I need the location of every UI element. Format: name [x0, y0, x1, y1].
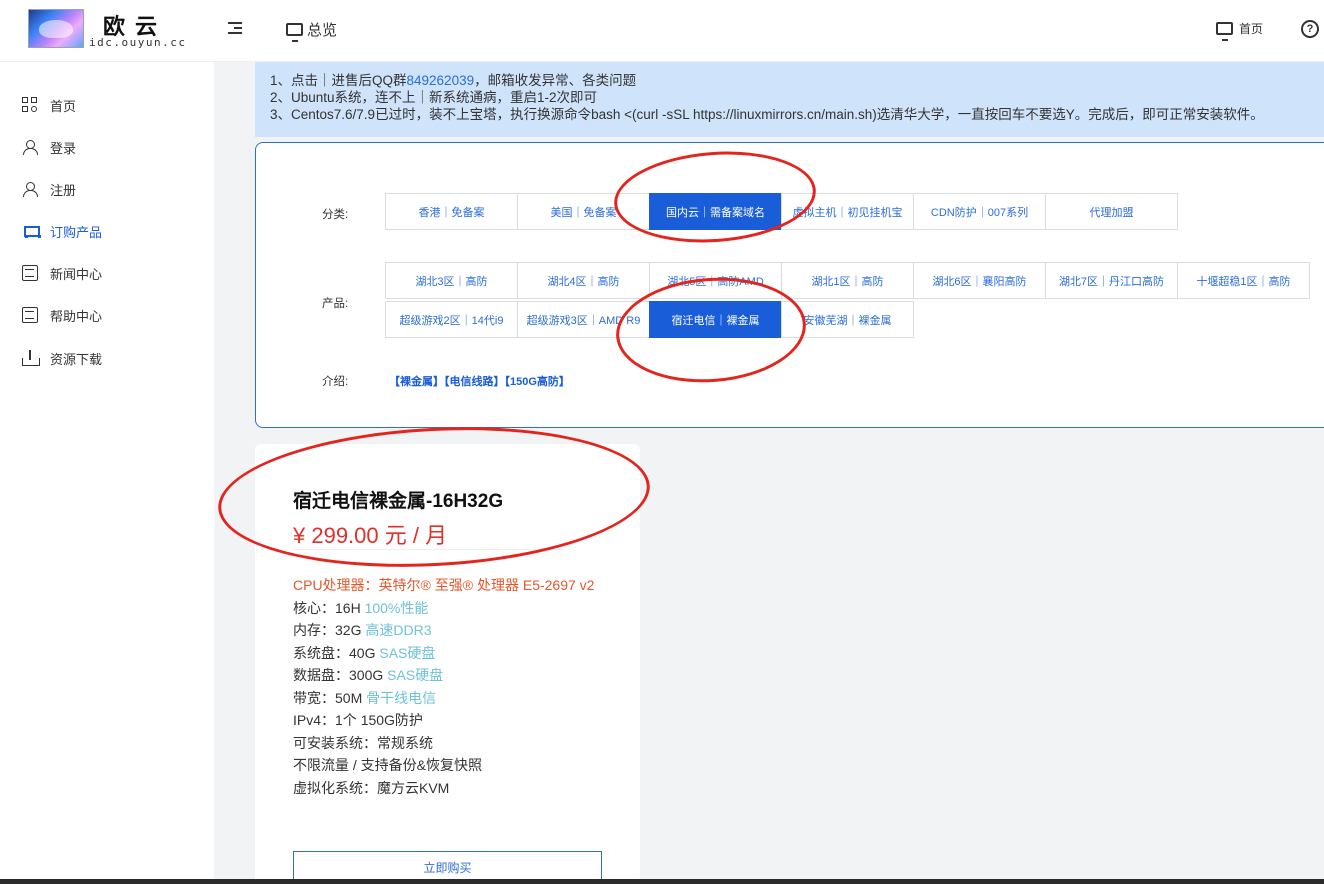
spec-row: 不限流量 / 支持备份&恢复快照	[293, 757, 483, 773]
tab-product[interactable]: 湖北7区｜丹江口高防	[1045, 262, 1178, 299]
sidebar-item-label: 帮助中心	[50, 308, 103, 324]
spec-row: 带宽：50M 骨干线电信	[293, 687, 613, 710]
menu-collapse-icon[interactable]	[228, 21, 244, 37]
grid-icon	[22, 97, 38, 113]
sidebar-item-label: 订购产品	[50, 224, 103, 240]
sidebar-item-news[interactable]: 新闻中心	[22, 263, 102, 283]
user-icon	[22, 139, 38, 155]
spec-row: 内存：32G 高速DDR3	[293, 619, 613, 642]
spec-highlight: 高速DDR3	[365, 622, 432, 638]
notice-line-2: 2、Ubuntu系统，连不上｜新系统通病，重启1-2次即可	[270, 90, 598, 105]
intro-tags: 【裸金属】【电信线路】【150G高防】	[389, 376, 570, 388]
cart-icon	[22, 223, 41, 239]
sidebar-item-label: 登录	[50, 140, 77, 156]
home-label: 首页	[1239, 22, 1264, 36]
sidebar-item-order[interactable]: 订购产品	[22, 221, 102, 241]
notice-line-1: 1、点击｜进售后QQ群849262039，邮箱收发异常、各类问题	[270, 72, 1324, 89]
product-tabs-row-2: 超级游戏2区｜14代i9 超级游戏3区｜AMD R9 宿迁电信｜裸金属 安徽芜湖…	[385, 301, 914, 338]
notice-banner: 1、点击｜进售后QQ群849262039，邮箱收发异常、各类问题 2、Ubunt…	[255, 62, 1324, 137]
divider	[293, 549, 563, 550]
tab-category[interactable]: 美国｜免备案	[517, 193, 650, 230]
tab-product[interactable]: 湖北5区｜高防AMD	[649, 262, 782, 299]
sidebar-item-label: 注册	[50, 182, 77, 198]
sidebar-item-register[interactable]: 注册	[22, 179, 76, 199]
spec-row: 系统盘：40G SAS硬盘	[293, 642, 613, 665]
catalog-panel: 分类: 香港｜免备案 美国｜免备案 国内云｜需备案域名 虚拟主机｜初见挂机宝 C…	[255, 142, 1324, 428]
tab-category[interactable]: CDN防护｜007系列	[913, 193, 1046, 230]
brand-url: idc.ouyun.cc	[89, 36, 187, 49]
top-header: 欧云 idc.ouyun.cc 总览 首页 ?	[0, 0, 1324, 62]
sidebar-item-downloads[interactable]: 资源下载	[22, 348, 102, 368]
spec-row: 可安装系统：常规系统	[293, 734, 433, 751]
spec-label: 带宽：50M	[293, 689, 367, 706]
category-tabs: 香港｜免备案 美国｜免备案 国内云｜需备案域名 虚拟主机｜初见挂机宝 CDN防护…	[385, 193, 1178, 230]
tab-product[interactable]: 安徽芜湖｜裸金属	[781, 301, 914, 338]
logo-art	[39, 20, 73, 38]
tab-product[interactable]: 超级游戏2区｜14代i9	[385, 301, 518, 338]
product-tabs-row-1: 湖北3区｜高防 湖北4区｜高防 湖北5区｜高防AMD 湖北1区｜高防 湖北6区｜…	[385, 262, 1310, 299]
home-monitor-icon	[1216, 22, 1233, 41]
tab-product[interactable]: 湖北6区｜襄阳高防	[913, 262, 1046, 299]
spec-label: 核心：16H	[293, 599, 365, 616]
tab-product[interactable]: 湖北1区｜高防	[781, 262, 914, 299]
notice-line-1-prefix: 1、点击｜进售后QQ群	[270, 73, 407, 88]
sidebar-item-label: 新闻中心	[50, 266, 103, 282]
overview-label: 总览	[307, 22, 338, 39]
tab-product[interactable]: 超级游戏3区｜AMD R9	[517, 301, 650, 338]
monitor-icon	[286, 23, 303, 42]
tab-product-selected[interactable]: 宿迁电信｜裸金属	[649, 301, 782, 338]
tab-product[interactable]: 湖北4区｜高防	[517, 262, 650, 299]
spec-label: 系统盘：40G	[293, 644, 380, 661]
tab-product[interactable]: 十堰超稳1区｜高防	[1177, 262, 1310, 299]
spec-label: 内存：32G	[293, 622, 366, 638]
spec-row: 核心：16H 100%性能	[293, 597, 613, 620]
overview-link[interactable]: 总览	[286, 19, 338, 42]
spec-highlight: SAS硬盘	[387, 667, 444, 683]
product-card: 宿迁电信裸金属-16H32G ¥ 299.00 元 / 月 CPU处理器：英特尔…	[255, 444, 640, 884]
sidebar-item-home[interactable]: 首页	[22, 95, 76, 115]
product-name: 宿迁电信裸金属-16H32G	[293, 491, 504, 512]
tab-category[interactable]: 香港｜免备案	[385, 193, 518, 230]
spec-label: 数据盘：300G	[293, 667, 388, 683]
help-icon[interactable]: ?	[1301, 20, 1319, 38]
intro-label: 介绍:	[322, 376, 349, 388]
notice-line-3: 3、Centos7.6/7.9已过时，装不上宝塔，执行换源命令bash <(cu…	[270, 107, 1264, 122]
sidebar-item-help[interactable]: 帮助中心	[22, 305, 102, 325]
tab-category[interactable]: 虚拟主机｜初见挂机宝	[781, 193, 914, 230]
notice-line-1-suffix: ，邮箱收发异常、各类问题	[474, 73, 637, 88]
spec-highlight: 100%性能	[364, 599, 429, 616]
user-icon	[22, 181, 38, 197]
product-price: ¥ 299.00 元 / 月	[293, 523, 448, 548]
sidebar-item-login[interactable]: 登录	[22, 137, 76, 157]
sidebar: 首页 登录 注册 订购产品 新闻中心 帮助中心 资源下载	[0, 62, 214, 884]
product-specs: CPU处理器：英特尔® 至强® 处理器 E5-2697 v2 核心：16H 10…	[293, 574, 613, 799]
sidebar-item-label: 首页	[50, 98, 77, 114]
product-label: 产品:	[322, 298, 349, 310]
download-icon	[22, 350, 40, 366]
brand-logo[interactable]	[28, 9, 84, 48]
qq-group-link[interactable]: 849262039	[407, 73, 475, 88]
document-icon	[22, 265, 38, 281]
tab-category-selected[interactable]: 国内云｜需备案域名	[649, 193, 782, 230]
tab-category[interactable]: 代理加盟	[1045, 193, 1178, 230]
spec-row: IPv4：1个 150G防护	[293, 712, 423, 728]
category-label: 分类:	[322, 209, 349, 221]
sidebar-item-label: 资源下载	[50, 351, 103, 367]
spec-highlight: SAS硬盘	[379, 644, 436, 661]
home-link[interactable]: 首页	[1216, 20, 1264, 41]
spec-cpu: CPU处理器：英特尔® 至强® 处理器 E5-2697 v2	[293, 577, 595, 593]
spec-row: 虚拟化系统：魔方云KVM	[293, 779, 450, 796]
spec-row: 数据盘：300G SAS硬盘	[293, 664, 613, 687]
window-bottom-edge	[0, 879, 1324, 884]
spec-highlight: 骨干线电信	[366, 689, 437, 706]
tab-product[interactable]: 湖北3区｜高防	[385, 262, 518, 299]
document-icon	[22, 307, 38, 323]
